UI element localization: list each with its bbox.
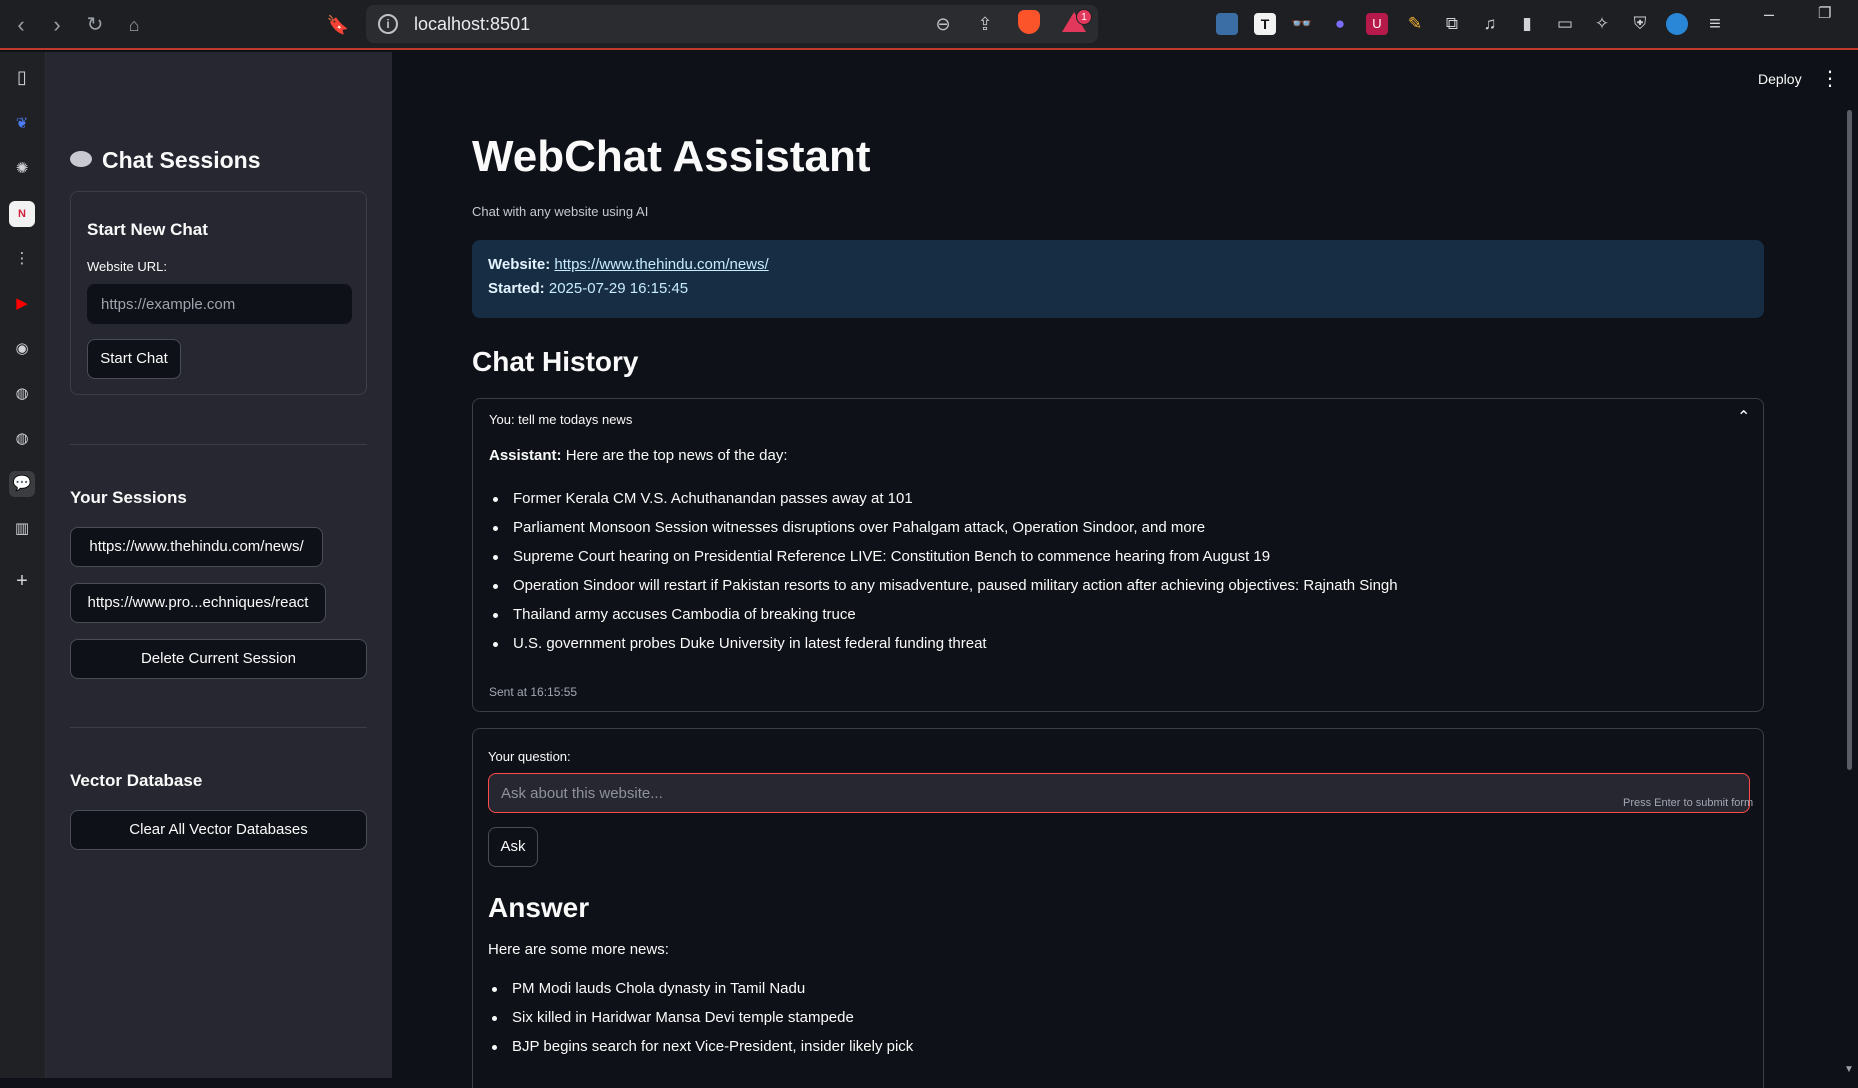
extension-pencil-icon[interactable]: ✎ [1404,13,1426,35]
home-icon[interactable]: ⌂ [119,10,149,40]
assistant-intro-text: Here are the top news of the day: [565,447,788,464]
start-chat-button[interactable]: Start Chat [87,339,181,379]
session-button-2[interactable]: https://www.pro...echniques/react [70,583,326,623]
question-input[interactable] [488,773,1750,813]
sidebar-app-icon-2[interactable]: ⋮ [9,246,35,272]
history-news-list: Former Kerala CM V.S. Achuthanandan pass… [489,489,1398,663]
question-form: Your question: Press Enter to submit for… [472,728,1764,1088]
new-chat-heading: Start New Chat [87,220,208,239]
sidebar-divider [70,727,367,728]
deploy-button[interactable]: Deploy [1758,71,1802,87]
extension-glasses-icon[interactable]: 👓 [1291,13,1313,35]
minimize-icon[interactable]: – [1764,4,1774,25]
browser-sidebar: ▯ ❦ ✺ N ⋮ ▶ ◉ ◍ ◍ 💬 ▥ + [0,52,46,1078]
sidebar-divider [70,444,367,445]
profile-icon[interactable] [1666,13,1688,35]
session-info-box: Website: https://www.thehindu.com/news/ … [472,240,1764,318]
session-button-1[interactable]: https://www.thehindu.com/news/ [70,527,323,567]
brave-shields-icon[interactable] [1018,10,1040,34]
youtube-icon[interactable]: ▶ [9,291,35,317]
back-icon[interactable]: ‹ [6,10,36,40]
chat-history-expander: You: tell me todays news ⌃ Assistant: He… [472,398,1764,712]
sent-timestamp: Sent at 16:15:55 [489,685,578,699]
list-item: U.S. government probes Duke University i… [489,634,1398,663]
more-options-icon[interactable]: ⋮ [1820,66,1840,91]
extension-drop-icon[interactable]: ● [1329,13,1351,35]
extension-t-icon[interactable]: T [1254,13,1276,35]
sessions-heading: Your Sessions [70,488,187,507]
assistant-intro: Assistant: Here are the top news of the … [489,447,788,464]
list-item: Parliament Monsoon Session witnesses dis… [489,518,1398,547]
sidebar-panel-icon[interactable]: ▯ [9,64,35,90]
speech-bubble-icon [70,151,92,167]
list-item: Operation Sindoor will restart if Pakist… [489,576,1398,605]
list-item: Thailand army accuses Cambodia of breaki… [489,605,1398,634]
chart-app-icon[interactable]: ▥ [9,516,35,542]
menu-icon[interactable]: ≡ [1704,13,1726,35]
list-item: PM Modi lauds Chola dynasty in Tamil Nad… [488,979,913,1008]
list-item: BJP begins search for next Vice-Presiden… [488,1037,913,1066]
sidebar-app-icon-1[interactable]: ❦ [9,111,35,137]
media-icon[interactable]: ♫ [1479,13,1501,35]
chevron-up-icon[interactable]: ⌃ [1737,407,1750,427]
globe-icon[interactable]: ◍ [9,381,35,407]
app-sidebar: Chat Sessions Start New Chat Website URL… [46,52,392,1078]
list-item: Supreme Court hearing on Presidential Re… [489,547,1398,576]
scrollbar[interactable] [1847,110,1852,770]
list-item: Six killed in Haridwar Mansa Devi temple… [488,1008,913,1037]
chat-history-heading: Chat History [472,346,639,377]
notification-badge: 1 [1076,9,1092,25]
started-value: 2025-07-29 16:15:45 [548,280,689,297]
answer-heading: Answer [488,892,590,923]
url-label: Website URL: [87,259,167,274]
clear-vector-db-button[interactable]: Clear All Vector Databases [70,810,367,850]
new-chat-form: Start New Chat Website URL: Start Chat [70,191,367,395]
answer-news-list: PM Modi lauds Chola dynasty in Tamil Nad… [488,979,913,1066]
zoom-icon[interactable]: ⊖ [930,11,956,37]
website-row: Website: https://www.thehindu.com/news/ [488,256,769,273]
site-info-icon[interactable]: i [378,14,398,34]
website-link[interactable]: https://www.thehindu.com/news/ [554,256,768,273]
forward-icon[interactable]: › [42,10,72,40]
address-bar[interactable]: i localhost:8501 ⊖ ⇪ [366,5,1098,43]
ask-button[interactable]: Ask [488,827,538,867]
started-row: Started: 2025-07-29 16:15:45 [488,280,688,297]
ublock-icon[interactable]: U [1366,13,1388,35]
started-label: Started: [488,280,545,297]
extension-icon-1[interactable] [1216,13,1238,35]
scroll-down-icon[interactable]: ▼ [1844,1064,1854,1075]
sidebar-title-text: Chat Sessions [102,147,261,173]
globe-icon-2[interactable]: ◍ [9,426,35,452]
address-url[interactable]: localhost:8501 [414,14,530,35]
answer-intro: Here are some more news: [488,941,669,958]
news-app-icon[interactable]: N [9,201,35,227]
bookmark-icon[interactable]: 🔖 [323,10,353,40]
wallet-icon[interactable]: ▭ [1554,13,1576,35]
share-icon[interactable]: ⇪ [972,11,998,37]
website-label: Website: [488,256,551,273]
github-icon[interactable]: ◉ [9,336,35,362]
openai-icon[interactable]: ✺ [9,156,35,182]
browser-toolbar: ‹ › ↻ ⌂ 🔖 i localhost:8501 ⊖ ⇪ 1 T 👓 ● U… [0,0,1858,50]
extensions-puzzle-icon[interactable]: ⧉ [1441,13,1463,35]
restore-icon[interactable]: ❐ [1818,4,1831,22]
vector-db-heading: Vector Database [70,771,203,790]
page-title: WebChat Assistant [472,132,871,181]
delete-session-button[interactable]: Delete Current Session [70,639,367,679]
question-label: Your question: [488,749,571,764]
leo-ai-icon[interactable]: ✧ [1591,13,1613,35]
vpn-icon[interactable]: ⛨ [1629,13,1651,35]
page-subtitle: Chat with any website using AI [472,204,649,219]
sidebar-toggle-icon[interactable]: ▮ [1516,13,1538,35]
assistant-label: Assistant: [489,447,562,464]
expander-question[interactable]: You: tell me todays news [489,412,632,427]
add-panel-icon[interactable]: + [9,568,35,594]
main-content: Deploy ⋮ ▼ WebChat Assistant Chat with a… [392,52,1858,1088]
website-url-input[interactable] [87,284,352,324]
sidebar-title: Chat Sessions [70,147,261,174]
reload-icon[interactable]: ↻ [80,10,110,40]
submit-hint: Press Enter to submit form [1623,797,1754,809]
chat-app-icon[interactable]: 💬 [9,471,35,497]
list-item: Former Kerala CM V.S. Achuthanandan pass… [489,489,1398,518]
